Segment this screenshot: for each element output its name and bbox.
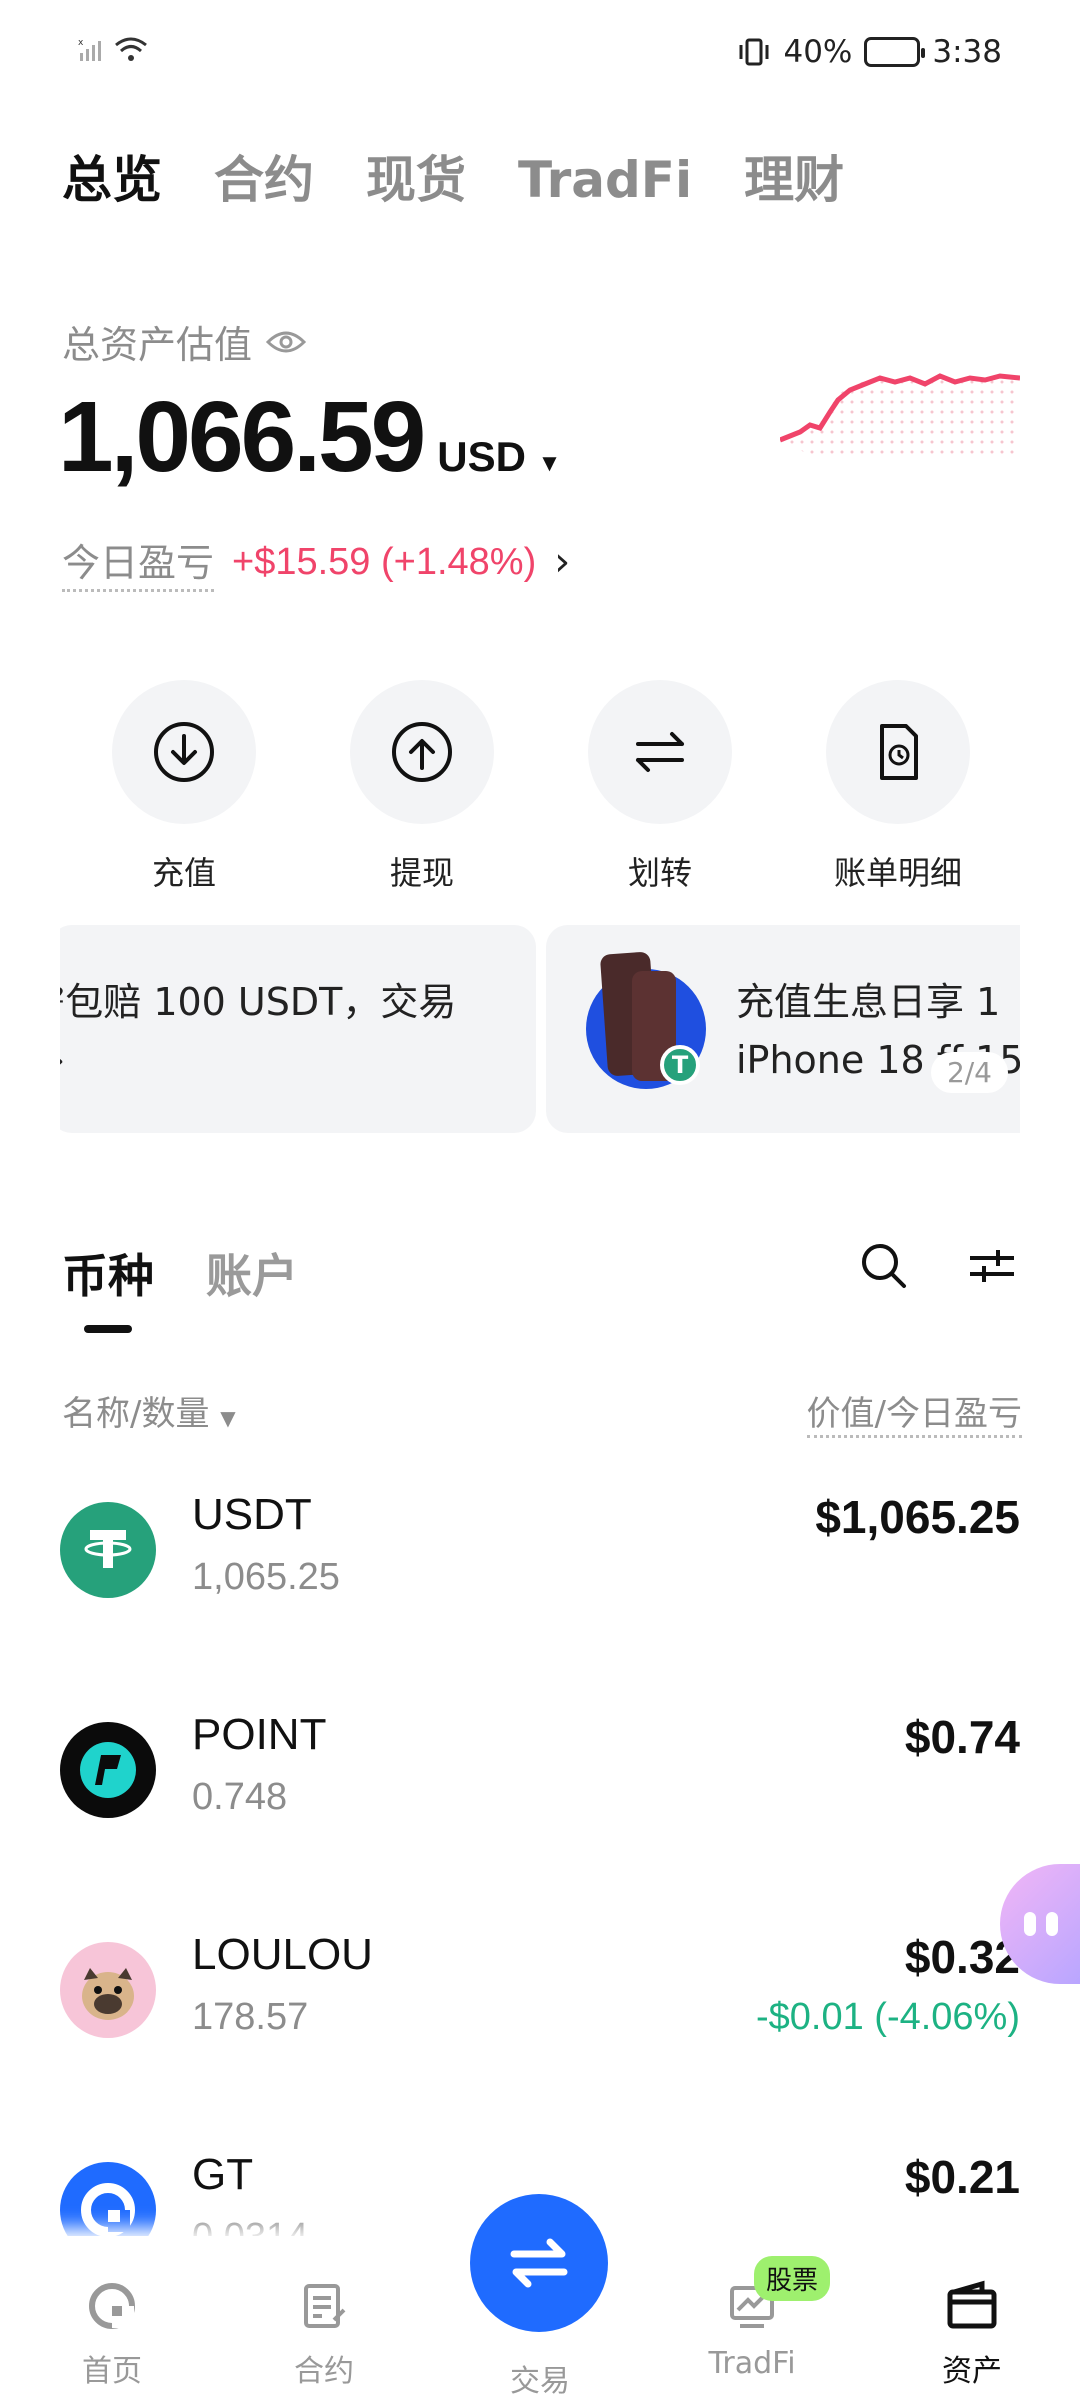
nav-futures-label: 合约 [294,2354,354,2389]
clock: 3:38 [932,34,1002,70]
nav-tradfi-label: TradFi [708,2346,796,2381]
coin-symbol: LOULOU [192,1930,373,1979]
eye-icon[interactable] [266,328,307,356]
bill-details-button[interactable]: 账单明细 [798,680,998,894]
nav-trade-button[interactable] [470,2194,608,2332]
home-icon [89,2283,135,2329]
list-tools [858,1240,1018,1292]
nav-assets[interactable]: 资产 [892,2280,1052,2390]
coin-symbol: USDT [192,1490,312,1539]
coin-value: $1,065.25 [815,1491,1020,1543]
tab-coins[interactable]: 币种 [62,1240,154,1306]
filter-icon[interactable] [966,1240,1018,1292]
vibrate-icon [739,38,769,66]
search-icon[interactable] [858,1240,910,1292]
system-indicators: 40% 3:38 [737,34,1002,70]
asset-sparkline[interactable] [780,350,1020,470]
daily-pnl-row[interactable]: 今日盈亏 +$15.59 (+1.48%) › [62,532,570,592]
total-assets-heading: 总资产估值 [62,314,307,369]
bill-details-label: 账单明细 [833,854,962,892]
promo-carousel[interactable]: ²包赔 100 USDT，交易 › T 充值生息日享 1 iPhone 18 f… [60,925,1020,1133]
deposit-label: 充值 [151,854,216,892]
active-tab-indicator [84,1325,132,1333]
coin-quantity: 178.57 [192,1996,309,2038]
coin-quantity: 1,065.25 [192,1556,340,1598]
contract-icon [304,2284,346,2328]
point-logo-icon [60,1722,156,1818]
coin-value: $0.21 [904,2151,1020,2203]
promo-banner-2[interactable]: T 充值生息日享 1 iPhone 18 ff 15 2/4 [546,925,1020,1133]
withdraw-label: 提现 [389,854,454,892]
transfer-icon [588,680,732,824]
tab-accounts[interactable]: 账户 [206,1240,298,1306]
coin-symbol: GT [192,2150,254,2199]
tether-badge-icon: T [660,1045,700,1085]
trade-icon [510,2238,568,2288]
phone-promo-image: T [584,951,708,1089]
promo-banner-1[interactable]: ²包赔 100 USDT，交易 › [60,925,536,1133]
transfer-label: 划转 [627,854,692,892]
deposit-icon [112,680,256,824]
currency-selector[interactable]: USD ▼ [437,433,561,481]
nav-trade-label: 交易 [510,2364,570,2399]
sort-by-name[interactable]: 名称/数量 ▼ [62,1386,236,1438]
bill-icon [826,680,970,824]
caret-down-icon: ▼ [537,450,562,477]
coin-daily-change: -$0.01 (-4.06%) [755,1996,1020,2038]
svg-text:x: x [78,38,84,48]
name-qty-header: 名称/数量 [62,1394,210,1434]
battery-percent: 40% [783,34,853,70]
sort-caret-icon: ▼ [220,1406,236,1430]
promo-banner-2-line1: 充值生息日享 1 [736,980,1001,1024]
transfer-button[interactable]: 划转 [560,680,760,894]
usdt-logo-icon [60,1502,156,1598]
daily-pnl-value: +$15.59 (+1.48%) [232,540,537,583]
wifi-icon [115,37,147,61]
tab-tradfi[interactable]: TradFi [518,151,692,209]
nav-home-label: 首页 [82,2354,142,2389]
currency-label: USD [437,433,526,480]
coin-row-point[interactable]: POINT 0.748 $0.74 [60,1710,1020,1860]
carousel-pager: 2/4 [930,1052,1008,1093]
daily-pnl-label: 今日盈亏 [62,532,215,592]
coin-row-usdt[interactable]: USDT 1,065.25 $1,065.25 [60,1490,1020,1640]
signal-indicators: x [78,36,148,64]
top-tab-bar: 总览 合约 现货 TradFi 理财 [62,140,844,212]
chevron-right-icon: › [554,539,571,585]
withdraw-button[interactable]: 提现 [322,680,522,894]
deposit-button[interactable]: 充值 [84,680,284,894]
tab-overview[interactable]: 总览 [62,140,162,212]
total-amount: 1,066.59 [58,381,426,493]
assistant-eye-left [1024,1912,1036,1936]
tab-futures[interactable]: 合约 [214,140,314,212]
pug-logo-icon [60,1942,156,2038]
nav-futures[interactable]: 合约 [244,2280,404,2390]
tab-spot[interactable]: 现货 [366,140,466,212]
withdraw-icon [350,680,494,824]
stocks-badge: 股票 [754,2256,831,2301]
assistant-eye-right [1046,1912,1058,1936]
tab-earn[interactable]: 理财 [744,140,844,212]
nav-home[interactable]: 首页 [32,2280,192,2390]
promo-banner-1-line1: ²包赔 100 USDT，交易 [60,980,457,1024]
battery-icon [864,37,926,67]
promo-banner-1-line2: › [60,1031,456,1089]
total-assets-label: 总资产估值 [62,323,253,367]
cellular-signal-icon: x [78,38,101,61]
nav-assets-label: 资产 [942,2354,1002,2389]
holdings-column-headers: 名称/数量 ▼ 价值/今日盈亏 [62,1386,1022,1438]
bottom-navigation: 首页 合约 交易 TradFi 股票 资产 [0,2194,1080,2400]
coin-symbol: POINT [192,1710,327,1759]
value-pnl-header[interactable]: 价值/今日盈亏 [806,1386,1022,1438]
coin-quantity: 0.748 [192,1776,288,1818]
coin-value: $0.74 [904,1711,1020,1763]
total-assets-value: 1,066.59 USD ▼ [58,380,561,495]
wallet-icon [947,2280,997,2329]
holdings-tabs: 币种 账户 [62,1240,298,1306]
status-bar: x 40% 3:38 [0,0,1080,108]
coin-row-loulou[interactable]: LOULOU 178.57 $0.32 -$0.01 (-4.06%) [60,1930,1020,2080]
